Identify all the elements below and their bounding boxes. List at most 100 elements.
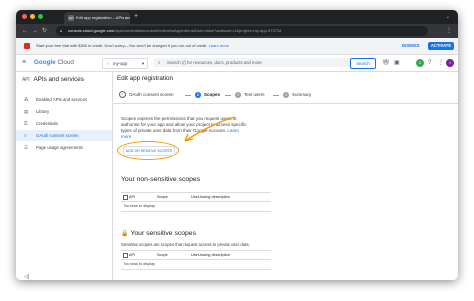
sidebar: API APIs and services ⁂ Enabled APIs and … [16,72,113,280]
column-api: API [129,253,136,257]
banner-text: Start your free trial with $300 in credi… [36,38,229,54]
close-window-button[interactable] [22,14,27,19]
notifications-icon[interactable]: 1 [416,59,424,67]
step-scopes[interactable]: 2 Scopes [195,91,220,99]
sidebar-item-label: Credentials [36,121,58,126]
banner-message: Start your free trial with $300 in credi… [36,43,209,48]
sidebar-item-label: Page usage agreements [36,145,83,150]
step-summary[interactable]: 4 Summary [283,91,311,99]
tab-close-icon[interactable]: × [125,12,127,24]
add-or-remove-scopes-button[interactable]: ADD OR REMOVE SCOPES [123,146,175,156]
new-tab-button[interactable]: + [134,12,138,22]
account-avatar[interactable]: t [446,59,454,67]
settings-list-icon: ☰ [24,145,28,150]
tab-search-chevron-icon[interactable]: ⌄ [446,12,450,22]
step-divider [185,95,191,96]
sensitive-scopes-title: 🔒 Your sensitive scopes [121,230,196,237]
browser-tab-active[interactable]: API Edit app registration – APIs an... × [64,12,130,24]
api-icon: API [22,77,30,83]
library-icon: ▤ [24,109,29,114]
sidebar-title-text: APIs and services [33,76,84,83]
sidebar-title: API APIs and services [22,76,84,83]
cloud-shell-icon[interactable]: ▣ [394,55,400,71]
lock-icon: 🔒 [121,231,129,237]
settings-dots-icon[interactable]: ⋮ [438,55,444,71]
table-header: API Scope User-facing description [121,250,271,260]
column-scope: Scope [157,253,168,257]
minimize-window-button[interactable] [30,14,35,19]
sidebar-item-label: OAuth consent screen [36,133,79,138]
column-description: User-facing description [191,195,230,199]
sidebar-item-library[interactable]: ▤ Library [16,106,112,117]
collapse-sidebar-icon[interactable]: ◁| [24,274,29,280]
main-content: Edit app registration ✓ OAuth consent scr… [113,72,458,280]
step-label: Summary [292,92,312,97]
sensitive-scopes-description: Sensitive scopes are scopes that request… [121,242,250,247]
column-api: API [129,195,136,199]
back-arrow-icon[interactable]: ← [22,24,28,38]
step-number: 4 [283,91,289,98]
step-oauth-consent[interactable]: ✓ OAuth consent screen [119,91,174,99]
gift-icon[interactable]: 🎁︎ [382,55,390,71]
project-name: my-app [113,61,128,66]
api-favicon-icon: API [68,15,74,21]
non-sensitive-scopes-title: Your non-sensitive scopes [121,176,201,183]
step-test-users[interactable]: 3 Test users [235,91,265,99]
sidebar-item-label: Library [36,109,50,114]
sidebar-item-page-usage[interactable]: ☰ Page usage agreements [16,142,112,153]
registration-stepper: ✓ OAuth consent screen 2 Scopes 3 Test user… [113,88,458,104]
banner-learn-more-link[interactable]: Learn more [209,43,229,48]
step-number: 2 [195,91,201,98]
search-icon: ⌕ [158,60,161,65]
url-host: console.cloud.google.com [68,28,115,33]
browser-window: API Edit app registration – APIs an... ×… [16,10,458,280]
step-number: 3 [235,91,241,98]
sidebar-item-label: Enabled APIs and services [36,97,88,102]
empty-row: No rows to display [121,260,271,270]
search-placeholder: Search (/) for resources, docs, products… [167,60,262,65]
page-title: Edit app registration [117,75,174,82]
non-sensitive-scopes-table: API Scope User-facing description No row… [121,192,271,212]
dismiss-button[interactable]: DISMISS [402,38,420,54]
logo-google: Google [34,59,56,66]
check-icon: ✓ [119,91,126,99]
url-field[interactable]: 🔒︎ console.cloud.google.com/apis/credent… [56,26,428,36]
column-description: User-facing description [191,253,230,257]
search-button[interactable]: Search [350,58,376,69]
address-bar-row: ← → ↻ 🔒︎ console.cloud.google.com/apis/c… [16,24,458,38]
sidebar-item-enabled-apis[interactable]: ⁂ Enabled APIs and services [16,94,112,105]
tab-strip: API Edit app registration – APIs an... ×… [16,10,458,24]
zoom-window-button[interactable] [38,14,43,19]
select-all-checkbox[interactable] [123,195,128,200]
project-picker[interactable]: ⁘ my-app ▾ [102,58,148,69]
activate-button[interactable]: ACTIVATE [428,42,454,50]
hamburger-menu-icon[interactable]: ≡ [22,55,26,71]
annotation-arrow-icon [184,116,236,142]
step-label: Scopes [204,92,221,97]
step-label: Test users [244,92,265,97]
free-trial-banner: Start your free trial with $300 in credi… [16,38,458,55]
sidebar-item-oauth-consent[interactable]: ⁝⁝ OAuth consent screen [16,130,112,141]
sensitive-scopes-title-text: Your sensitive scopes [130,230,196,237]
lock-icon: 🔒︎ [60,28,63,33]
forward-arrow-icon[interactable]: → [32,24,38,38]
chevron-down-icon: ▾ [141,61,144,66]
table-header: API Scope User-facing description [121,192,271,202]
sidebar-item-credentials[interactable]: ⚿ Credentials [16,118,112,129]
reload-icon[interactable]: ↻ [42,24,47,38]
sensitive-scopes-table: API Scope User-facing description No row… [121,250,271,270]
select-all-checkbox[interactable] [123,253,128,258]
column-scope: Scope [157,195,168,199]
logo-cloud: Cloud [55,59,74,66]
step-divider [273,95,279,96]
tab-title: Edit app registration – APIs an... [76,15,130,20]
url-path: /apis/credentials/consent/edit;newAppInt… [114,28,282,33]
help-icon[interactable]: ? [428,55,431,71]
google-cloud-logo[interactable]: Google Cloud [34,55,74,71]
search-input[interactable]: ⌕ Search (/) for resources, docs, produc… [154,58,350,67]
grid-icon: ⁂ [24,97,29,102]
step-divider [225,95,231,96]
step-label: OAuth consent screen [129,92,174,97]
project-dots-icon: ⁘ [106,61,110,66]
browser-menu-icon[interactable]: ⋮ [446,24,452,38]
